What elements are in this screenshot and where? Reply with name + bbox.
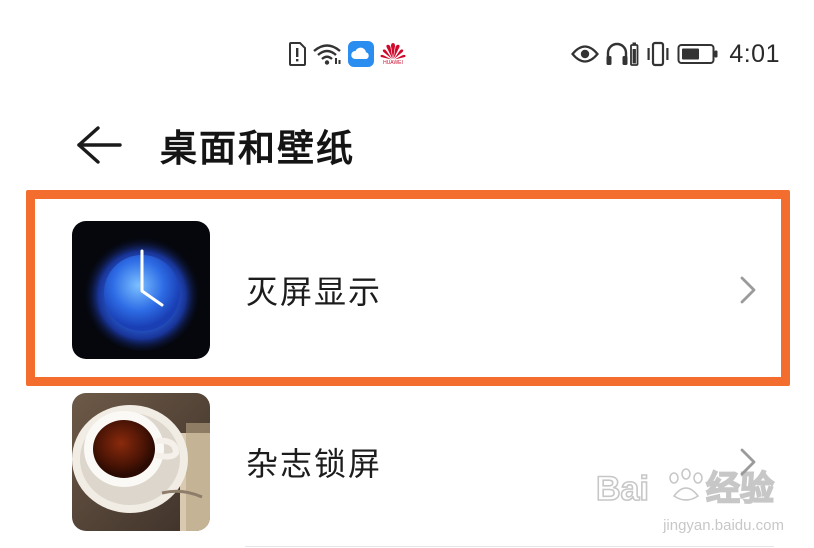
always-on-display-item[interactable]: 灭屏显示 — [72, 220, 772, 360]
settings-page: HUAWEI 4:01 桌面和壁纸 灭屏显示 杂志锁屏 Bai 经验 jingy… — [0, 0, 814, 548]
huawei-logo-icon: HUAWEI — [380, 42, 406, 66]
clock-thumbnail — [72, 221, 210, 359]
svg-text:经验: 经验 — [706, 469, 774, 508]
status-bar-left: HUAWEI — [288, 38, 406, 70]
vibrate-icon — [645, 41, 671, 67]
huawei-brand-text: HUAWEI — [383, 60, 403, 66]
battery-icon — [677, 43, 719, 65]
svg-text:Bai: Bai — [596, 470, 649, 508]
baidu-paw-logo: Bai 经验 — [595, 468, 775, 509]
arrow-left-icon — [77, 126, 122, 164]
sim-alert-icon — [288, 42, 306, 66]
list-divider — [245, 546, 774, 547]
headset-battery-icon — [605, 41, 639, 67]
chevron-right-icon — [736, 272, 760, 308]
eye-comfort-icon — [571, 44, 600, 64]
wifi-icon — [312, 42, 342, 66]
baidu-jingyan-watermark: Bai 经验 jingyan.baidu.com — [594, 456, 784, 534]
cloud-app-icon — [348, 41, 374, 67]
status-bar-right: 4:01 — [571, 38, 780, 70]
always-on-display-label: 灭屏显示 — [246, 273, 383, 311]
back-button[interactable] — [76, 121, 124, 169]
coffee-thumbnail — [72, 393, 210, 531]
status-time: 4:01 — [729, 39, 780, 68]
page-title: 桌面和壁纸 — [160, 127, 355, 170]
page-header: 桌面和壁纸 — [76, 114, 355, 176]
watermark-url: jingyan.baidu.com — [663, 517, 784, 534]
